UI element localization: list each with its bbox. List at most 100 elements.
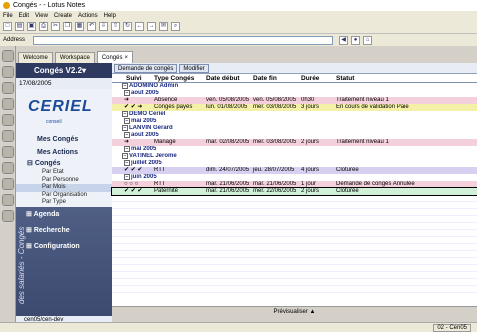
twistie-icon[interactable]: −	[124, 132, 130, 138]
table-row[interactable]: ✔ ✔ ➜ Congés payés lun. 01/08/2005 mer. 03/…	[112, 104, 477, 111]
logo-area: CERIEL conseil	[16, 89, 112, 133]
empty-row	[112, 272, 477, 279]
nav-mes-conges[interactable]: Mes Congés	[16, 133, 112, 146]
nav-conges-label: Congés	[34, 160, 61, 167]
twistie-icon[interactable]: −	[122, 125, 128, 131]
bookmark-home-icon[interactable]	[2, 50, 14, 62]
subcategory-row[interactable]: − juillet 2005	[112, 160, 477, 167]
twistie-icon[interactable]: −	[124, 174, 130, 180]
twistie-icon[interactable]: −	[122, 83, 128, 89]
cell-duree: 3 jours	[301, 104, 320, 110]
nav-configuration[interactable]: ⊞ Configuration	[16, 239, 112, 255]
paste-icon[interactable]: ▦	[75, 22, 84, 31]
subcategory-row[interactable]: − mai 2005	[112, 118, 477, 125]
cell-statut: Traitement niveau 1	[336, 139, 389, 145]
table-row[interactable]: ○ ○ ○ RTT mar. 21/06/2005 mar. 21/06/2005 1 …	[112, 181, 477, 188]
open-icon[interactable]: ▤	[15, 22, 24, 31]
nav-conges[interactable]: ⊟ Congés	[16, 159, 112, 169]
print-icon[interactable]: ⎙	[39, 22, 48, 31]
expand-icon: ⊞	[26, 210, 34, 218]
collapse-icon[interactable]: ⇧	[111, 22, 120, 31]
bookmark-todo-icon[interactable]	[2, 114, 14, 126]
menu-create[interactable]: Create	[54, 13, 72, 19]
forward-icon[interactable]: →	[147, 22, 156, 31]
status-location[interactable]: 02 - Cen05	[433, 323, 471, 332]
table-row[interactable]: ✔ ✔ ✔ RTT dim. 24/07/2005 jeu. 28/07/2005 4 …	[112, 167, 477, 174]
expand-icon[interactable]: ⇩	[99, 22, 108, 31]
category-row[interactable]: − VATINEL Jerome	[112, 153, 477, 160]
menu-help[interactable]: Help	[104, 13, 116, 19]
undo-icon[interactable]: ↶	[87, 22, 96, 31]
bookmark-more-icon[interactable]	[2, 194, 14, 206]
address-bar: Address ◀ ● ⌂	[0, 34, 477, 46]
col-type-conges[interactable]: Type Congés	[154, 74, 206, 82]
table-row[interactable]: ➜ Mariage mar. 02/08/2005 mer. 03/08/2005 2 …	[112, 139, 477, 146]
toolbar: □ ▤ ▣ ⎙ ✂ ❐ ▦ ↶ ⇩ ⇧ ↻ ← → ✉ ⌕	[0, 20, 477, 34]
tab-welcome[interactable]: Welcome	[18, 52, 53, 63]
search-icon[interactable]: ⌕	[171, 22, 180, 31]
subcategory-row[interactable]: − aout 2005	[112, 132, 477, 139]
nav-back-icon[interactable]: ◀	[339, 35, 349, 45]
bookmark-databases-icon[interactable]	[2, 162, 14, 174]
menu-edit[interactable]: Edit	[19, 13, 29, 19]
cell-duree: 2 jours	[301, 188, 320, 194]
modifier-button[interactable]: Modifier	[179, 63, 209, 73]
col-suivi[interactable]: Suivi	[112, 74, 154, 82]
category-row[interactable]: − DEMO Ceriel	[112, 111, 477, 118]
category-row[interactable]: − ADOMINO Admin	[112, 83, 477, 90]
twistie-icon[interactable]: −	[122, 111, 128, 117]
tab-conges[interactable]: Congés ×	[96, 51, 134, 63]
logo-subtitle: conseil	[46, 119, 62, 125]
nav-agenda[interactable]: ⊞ Agenda	[16, 207, 112, 223]
nav-home-icon[interactable]: ⌂	[363, 35, 373, 45]
col-duree[interactable]: Durée	[301, 74, 336, 82]
subcategory-row[interactable]: − juin 2005	[112, 174, 477, 181]
cell-suivi: ✔ ✔ ✔	[124, 188, 143, 194]
mail-icon[interactable]: ✉	[159, 22, 168, 31]
bookmark-ceriel-icon[interactable]	[2, 210, 14, 222]
app-title[interactable]: Congés V2.2 ▾	[16, 63, 112, 78]
category-row[interactable]: − LANVIN Gerard	[112, 125, 477, 132]
copy-icon[interactable]: ❐	[63, 22, 72, 31]
bookmark-bar	[0, 46, 16, 322]
bookmark-mail-icon[interactable]	[2, 66, 14, 78]
subcategory-row[interactable]: − aout 2005	[112, 90, 477, 97]
table-row[interactable]: ✔ ✔ ✔ Paternité mar. 21/06/2005 mer. 22/06/…	[111, 187, 477, 196]
refresh-icon[interactable]: ↻	[123, 22, 132, 31]
bookmark-calendar-icon[interactable]	[2, 82, 14, 94]
twistie-icon[interactable]: −	[124, 160, 130, 166]
preview-bar[interactable]: Prévisualiser ▲	[112, 306, 477, 316]
nav-recherche[interactable]: ⊞ Recherche	[16, 223, 112, 239]
bookmark-replicator-icon[interactable]	[2, 130, 14, 142]
nav-mes-actions[interactable]: Mes Actions	[16, 146, 112, 159]
back-icon[interactable]: ←	[135, 22, 144, 31]
nav-par-type[interactable]: Par Type	[16, 199, 112, 207]
menu-actions[interactable]: Actions	[78, 13, 98, 19]
save-icon[interactable]: ▣	[27, 22, 36, 31]
twistie-icon[interactable]: −	[124, 90, 130, 96]
nav-stop-icon[interactable]: ●	[351, 35, 361, 45]
twistie-icon[interactable]: −	[122, 153, 128, 159]
table-row[interactable]: ➜ Absence ven. 05/08/2005 ven. 05/08/2005 0h…	[112, 97, 477, 104]
nav-par-personne[interactable]: Par Personne	[16, 176, 112, 184]
address-input[interactable]	[33, 35, 334, 45]
demande-conges-button[interactable]: Demande de congés	[114, 63, 178, 73]
new-icon[interactable]: □	[3, 22, 12, 31]
col-statut[interactable]: Statut	[336, 74, 476, 82]
nav-par-etat[interactable]: Par Etat	[16, 169, 112, 177]
twistie-icon[interactable]: −	[124, 146, 130, 152]
tab-workspace[interactable]: Workspace	[54, 52, 95, 63]
bookmark-contacts-icon[interactable]	[2, 98, 14, 110]
col-date-debut[interactable]: Date début	[206, 74, 253, 82]
twistie-icon[interactable]: −	[124, 118, 130, 124]
menu-file[interactable]: File	[3, 13, 13, 19]
subcategory-row[interactable]: − mai 2005	[112, 146, 477, 153]
nav-par-organisation[interactable]: Par Organisation	[16, 191, 112, 199]
nav-par-mois[interactable]: Par Mois	[16, 184, 112, 192]
bookmark-history-icon[interactable]	[2, 178, 14, 190]
close-icon[interactable]: ×	[125, 55, 129, 61]
col-date-fin[interactable]: Date fin	[253, 74, 301, 82]
menu-view[interactable]: View	[35, 13, 48, 19]
cut-icon[interactable]: ✂	[51, 22, 60, 31]
bookmark-favorites-icon[interactable]	[2, 146, 14, 158]
